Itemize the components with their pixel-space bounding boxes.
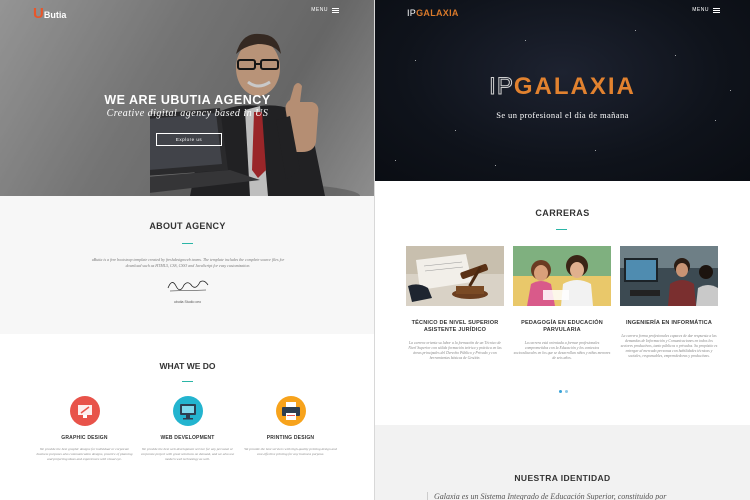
service-text: We provide the best web development serv… [140, 447, 235, 461]
law-gavel-image [406, 246, 504, 306]
career-text: La carrera forma profesionales capaces d… [620, 334, 718, 358]
service-title: PRINTING DESIGN [266, 435, 315, 441]
hero-subtitle: Creative digital agency based in US [106, 108, 269, 119]
ubutia-hero: UButia MENU WE ARE UBUTIA AGENCY Creativ… [0, 0, 374, 196]
ubutia-logo[interactable]: UButia [33, 5, 66, 22]
galaxia-logo[interactable]: IPGALAXIA [407, 8, 459, 18]
web-development-icon [172, 396, 203, 426]
carousel-dot[interactable] [565, 390, 568, 393]
career-title: INGENIERÍA EN INFORMÁTICA [625, 320, 713, 326]
carousel-pagination [559, 390, 568, 393]
teacher-children-image [513, 246, 611, 306]
printing-design-icon [275, 396, 306, 426]
about-title: ABOUT AGENCY [149, 221, 226, 231]
about-text: uButia is a free bootstrap template crea… [91, 257, 285, 268]
service-printing-design: PRINTING DESIGN We provide the best serv… [233, 396, 348, 457]
career-card[interactable]: INGENIERÍA EN INFORMÁTICA La carrera for… [620, 246, 718, 359]
hero-logo-prefix: IP [489, 73, 514, 101]
service-web-development: WEB DEVELOPMENT We provide the best web … [130, 396, 245, 462]
career-title: PEDAGOGÍA EN EDUCACIÓN PARVULARIA [521, 320, 603, 333]
service-title: WEB DEVELOPMENT [160, 435, 215, 441]
logo-letter: U [33, 5, 44, 22]
service-title: GRAPHIC DESIGN [61, 435, 108, 441]
service-text: We provide the best graphic designs for … [36, 447, 133, 461]
career-text: La carrera orienta su labor a la formaci… [408, 341, 502, 360]
ubutia-menu-button[interactable]: MENU [311, 7, 339, 13]
what-we-do-title: WHAT WE DO [159, 361, 216, 371]
section-divider [556, 229, 567, 230]
hamburger-icon [713, 7, 720, 13]
hero-title: WE ARE UBUTIA AGENCY [104, 93, 271, 107]
carousel-dot-active[interactable] [559, 390, 562, 393]
carreras-section: CARRERAS TÉCNICO DE NIVEL SUPERIOR ASIST… [375, 181, 750, 425]
section-divider [182, 381, 193, 382]
menu-label: MENU [311, 7, 328, 13]
career-text: La carrera está orientada a formar profe… [513, 341, 611, 360]
logo-name: Butia [43, 10, 67, 20]
screenshot-collage: UButia MENU WE ARE UBUTIA AGENCY Creativ… [0, 0, 750, 500]
what-we-do-section: WHAT WE DO GRAPHIC DESIGN We provide the… [0, 334, 374, 500]
ubutia-navbar: UButia MENU [0, 0, 374, 24]
identidad-section: NUESTRA IDENTIDAD Galaxia es un Sistema … [375, 425, 750, 500]
galaxia-menu-button[interactable]: MENU [692, 7, 720, 13]
hero-subtitle: Se un profesional el día de mañana [496, 110, 629, 120]
graphic-design-icon [69, 396, 100, 426]
career-card[interactable]: PEDAGOGÍA EN EDUCACIÓN PARVULARIA La car… [513, 246, 611, 361]
identidad-title: NUESTRA IDENTIDAD [514, 473, 611, 483]
signature-caption: ubutia Studio ceo [173, 300, 202, 304]
hero-logo: IPGALAXIA [375, 73, 750, 101]
about-section: ABOUT AGENCY uButia is a free bootstrap … [0, 196, 374, 334]
hero-logo-name: GALAXIA [513, 73, 636, 100]
service-text: We provide the best services with high-q… [244, 447, 337, 456]
hamburger-icon [332, 7, 339, 13]
galaxia-hero: IPGALAXIA MENU IPGALAXIA Se un profesion… [375, 0, 750, 181]
computer-students-image [620, 246, 718, 306]
logo-prefix: IP [407, 8, 417, 18]
logo-name: GALAXIA [416, 8, 459, 18]
section-divider [182, 243, 193, 244]
identidad-text: Galaxia es un Sistema Integrado de Educa… [427, 492, 666, 500]
galaxia-site: IPGALAXIA MENU IPGALAXIA Se un profesion… [375, 0, 750, 500]
menu-label: MENU [692, 7, 709, 13]
carreras-title: CARRERAS [535, 208, 590, 218]
signature-image [167, 280, 209, 292]
explore-us-button[interactable]: Explore us [156, 133, 222, 146]
career-title: TÉCNICO DE NIVEL SUPERIOR ASISTENTE JURÍ… [411, 320, 499, 333]
service-graphic-design: GRAPHIC DESIGN We provide the best graph… [27, 396, 142, 462]
ubutia-site: UButia MENU WE ARE UBUTIA AGENCY Creativ… [0, 0, 375, 500]
career-card[interactable]: TÉCNICO DE NIVEL SUPERIOR ASISTENTE JURÍ… [406, 246, 504, 361]
